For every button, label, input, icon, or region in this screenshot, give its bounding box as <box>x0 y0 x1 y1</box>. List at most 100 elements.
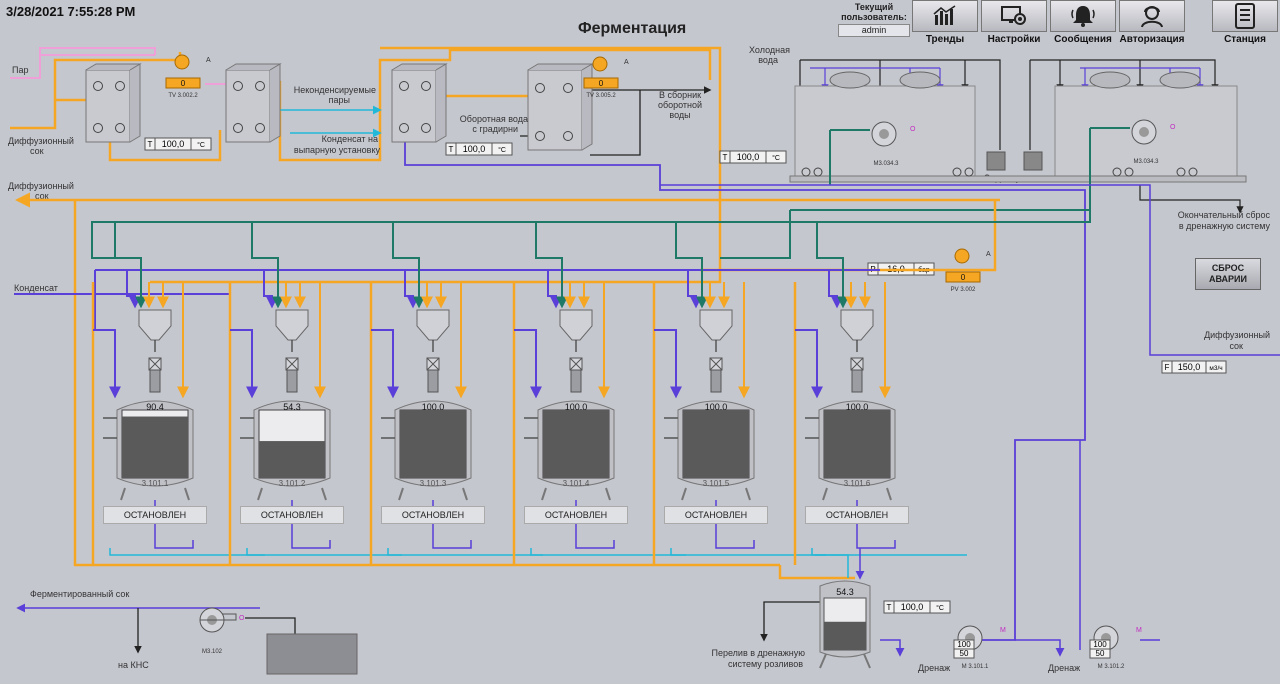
readout-t3: T 100,0 °C <box>719 150 787 164</box>
label-diff-juice-1: Диффузионный <box>8 136 74 146</box>
label-collector-3: воды <box>669 110 690 120</box>
label-noncond-2: пары <box>329 95 350 105</box>
pump-m2-tag: М3.034.3 <box>1133 159 1159 165</box>
label-cold-water-1: Холодная <box>749 45 790 55</box>
fermenter-level-fill <box>824 410 890 478</box>
fermenter-status[interactable]: ОСТАНОВЛЕН <box>103 506 207 524</box>
label-cold-water-2: вода <box>758 55 778 65</box>
valve-tv1-mode: A <box>206 57 211 64</box>
label-kns: на КНС <box>118 660 149 670</box>
label-overflow-2: систему розливов <box>728 659 803 669</box>
collector-tank: 54.3 <box>819 580 871 669</box>
pump-m3-101-2[interactable]: 100 50 M М 3.101.2 <box>1089 625 1142 670</box>
label-noncond-1: Неконденсируемые <box>294 85 376 95</box>
fermenter-level-fill <box>259 441 325 478</box>
pump-m2-letter: O <box>1170 124 1176 131</box>
valve-tv1-value: 0 <box>181 79 186 88</box>
fermenter-tag: 3.101.6 <box>844 479 871 488</box>
valve-pv-mode: A <box>986 251 991 258</box>
pump-m4-v2: 50 <box>960 649 969 658</box>
fermenter-tag: 3.101.4 <box>563 479 590 488</box>
pump-m5-v1: 100 <box>1093 640 1107 649</box>
valve-pv-value: 0 <box>961 273 966 282</box>
valve-pv-tag: PV 3.002 <box>951 287 976 293</box>
label-cond-evap-1: Конденсат на <box>322 134 378 144</box>
pump-m4-tag: М 3.101.1 <box>962 664 989 670</box>
fermenter-tag: 3.101.1 <box>142 479 169 488</box>
heat-exchanger-2 <box>225 63 282 143</box>
t4-value: 100,0 <box>901 602 924 612</box>
fermenter-tag: 3.101.3 <box>420 479 447 488</box>
label-steam: Пар <box>12 65 28 75</box>
readout-f1: F 150,0 м3/ч <box>1161 360 1227 374</box>
valve-tv-3-005-2[interactable]: 0 TV 3.005.2 A <box>583 56 629 99</box>
t2-value: 100,0 <box>463 144 486 154</box>
t2-unit: °C <box>498 146 506 154</box>
pump-m4-v1: 100 <box>957 640 971 649</box>
t1-value: 100,0 <box>162 139 185 149</box>
t1-unit: °C <box>197 141 205 149</box>
pump-m3-tag: М3.102 <box>202 649 223 655</box>
label-final-drain-2: в дренажную систему <box>1179 221 1271 231</box>
fermenter-status[interactable]: ОСТАНОВЛЕН <box>524 506 628 524</box>
valve-tv2-tag: TV 3.005.2 <box>586 93 616 99</box>
pump-m1-tag: М3.034.3 <box>873 161 899 167</box>
t3-value: 100,0 <box>737 152 760 162</box>
valve-tv2-value: 0 <box>599 79 604 88</box>
collector-level: 54.3 <box>836 587 854 597</box>
pump-m5-v2: 50 <box>1096 649 1105 658</box>
f1-letter: F <box>1165 363 1170 372</box>
fermenter-level: 100.0 <box>565 402 588 412</box>
label-condensate: Конденсат <box>14 283 58 293</box>
label-diff-right-2: сок <box>1229 341 1243 351</box>
label-overflow-1: Перелив в дренажную <box>711 648 805 658</box>
pump-m1-letter: O <box>910 126 916 133</box>
heat-exchanger-3 <box>391 63 448 143</box>
readout-t4: T 100,0 °C <box>883 600 951 614</box>
heat-exchanger-1 <box>85 63 142 143</box>
label-diff-right-1: Диффузионный <box>1204 330 1270 340</box>
label-drain-1: Дренаж <box>918 663 950 673</box>
fermenter-level: 100.0 <box>846 402 869 412</box>
f1-value: 150,0 <box>1178 362 1201 372</box>
fermenter-level: 90.4 <box>146 402 164 412</box>
label-diff-left-1: Диффузионный <box>8 181 74 191</box>
fermenter-status[interactable]: ОСТАНОВЛЕН <box>805 506 909 524</box>
f1-unit: м3/ч <box>1209 365 1222 372</box>
pump-m4-letter: M <box>1000 627 1006 634</box>
t2-letter: T <box>449 145 454 154</box>
fermenter-status[interactable]: ОСТАНОВЛЕН <box>381 506 485 524</box>
label-diff-juice-2: сок <box>30 146 44 156</box>
t4-letter: T <box>887 603 892 612</box>
fermenter-level-fill <box>400 410 466 478</box>
heat-exchanger-4 <box>527 63 594 151</box>
readout-t2: T 100,0 °C <box>445 142 513 156</box>
fermenter-level: 54.3 <box>283 402 301 412</box>
fermenter-tag: 3.101.2 <box>279 479 306 488</box>
t3-unit: °C <box>772 154 780 162</box>
pump-m5-tag: М 3.101.2 <box>1098 664 1125 670</box>
label-drain-2: Дренаж <box>1048 663 1080 673</box>
fermenter-status[interactable]: ОСТАНОВЛЕН <box>240 506 344 524</box>
fermenter-tag: 3.101.5 <box>703 479 730 488</box>
fermenter-status[interactable]: ОСТАНОВЛЕН <box>664 506 768 524</box>
fermenter-level-fill <box>543 410 609 478</box>
readout-t1: T 100,0 °C <box>144 137 212 151</box>
label-recycled-2: с градирни <box>472 124 518 134</box>
label-fermented: Ферментированный сок <box>30 589 129 599</box>
pump-m3-102[interactable]: O М3.102 <box>199 607 245 655</box>
pump-m5-letter: M <box>1136 627 1142 634</box>
valve-tv2-mode: A <box>624 59 629 66</box>
t4-unit: °C <box>936 604 944 612</box>
t1-letter: T <box>148 140 153 149</box>
pump-m3-101-1[interactable]: 100 50 M М 3.101.1 <box>953 625 1006 670</box>
cooling-units <box>660 59 1280 356</box>
label-cond-evap-2: выпарную установку <box>294 145 381 155</box>
valve-tv1-tag: TV 3.002.2 <box>168 93 198 99</box>
label-collector-2: оборотной <box>658 100 702 110</box>
fermenter-level: 100.0 <box>422 402 445 412</box>
process-diagram: 0 TV 3.002.2 A 0 TV 3.005.2 A Пар Диффуз… <box>8 45 1280 675</box>
pump-m3-letter: O <box>239 615 245 622</box>
fermenter-level-fill <box>122 416 188 478</box>
valve-tv-3-002-2[interactable]: 0 TV 3.002.2 A <box>165 54 211 99</box>
